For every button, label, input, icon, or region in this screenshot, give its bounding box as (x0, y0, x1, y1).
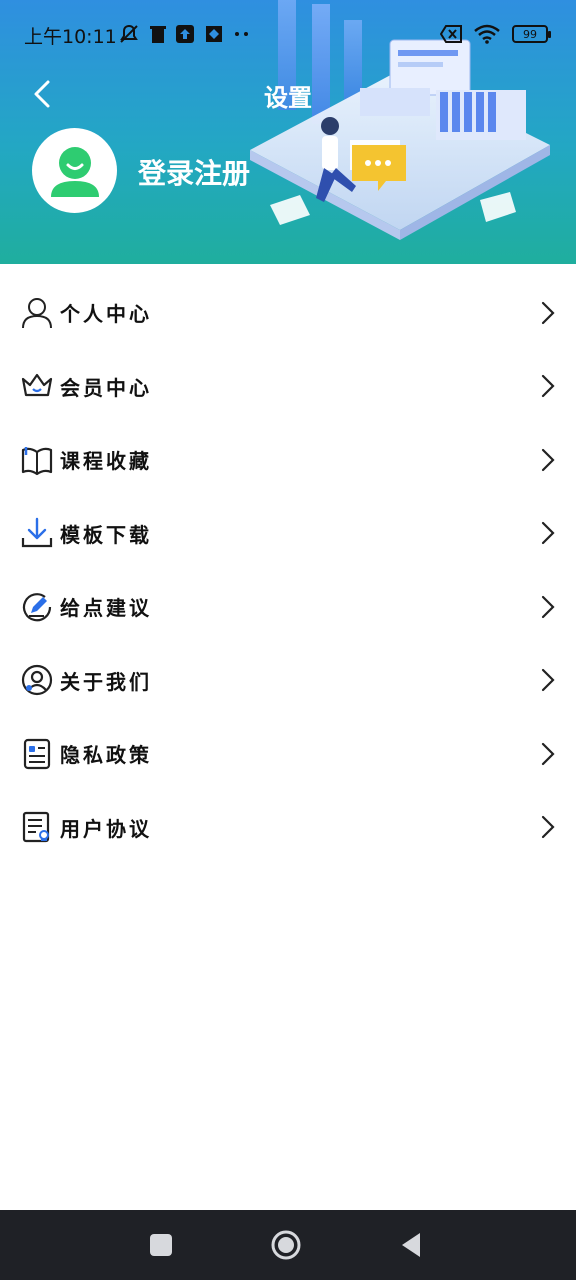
header: 上午10:11 99 设置 登录注册 (0, 0, 576, 264)
status-icons-left (118, 24, 250, 44)
status-bar: 上午10:11 99 (0, 18, 576, 52)
menu-item-user-agreement[interactable]: 用户协议 (0, 791, 576, 865)
status-time: 上午10:11 (24, 26, 117, 48)
menu-item-feedback[interactable]: 给点建议 (0, 570, 576, 644)
home-button[interactable] (269, 1228, 303, 1262)
sim-off-icon (440, 25, 462, 43)
menu-item-label: 个人中心 (60, 302, 152, 327)
download-icon (21, 518, 53, 548)
menu-item-label: 关于我们 (60, 669, 152, 694)
wifi-icon (474, 24, 500, 44)
chevron-right-icon (541, 742, 555, 765)
privacy-doc-icon (23, 738, 51, 769)
chevron-right-icon (541, 375, 555, 398)
chevron-right-icon (541, 448, 555, 471)
menu-item-template-download[interactable]: 模板下载 (0, 497, 576, 571)
user-avatar-icon (50, 146, 99, 197)
about-user-icon (21, 665, 53, 696)
chevron-right-icon (541, 595, 555, 618)
book-icon (21, 446, 53, 475)
app-icon (206, 26, 222, 42)
menu-item-about-us[interactable]: 关于我们 (0, 644, 576, 718)
menu-item-label: 隐私政策 (60, 743, 152, 768)
trash-icon (150, 26, 166, 43)
menu-item-course-favorites[interactable]: 课程收藏 (0, 423, 576, 497)
system-nav-bar (0, 1210, 576, 1280)
chevron-right-icon (541, 816, 555, 839)
menu-item-member-center[interactable]: 会员中心 (0, 350, 576, 424)
menu-item-label: 模板下载 (60, 522, 152, 547)
person-icon (22, 297, 52, 328)
upload-icon (176, 25, 194, 43)
settings-menu: 个人中心 会员中心 课程收藏 模板下载 给点建议 关于我们 隐私政策 用户协议 (0, 276, 576, 864)
page-title: 设置 (264, 84, 312, 112)
back-nav-button[interactable] (394, 1228, 428, 1262)
crown-icon (21, 374, 53, 397)
menu-item-label: 课程收藏 (60, 449, 152, 474)
menu-item-label: 会员中心 (60, 375, 152, 400)
battery-icon: 99 (512, 25, 551, 43)
login-register-link[interactable]: 登录注册 (138, 152, 250, 192)
menu-item-label: 给点建议 (60, 596, 152, 621)
menu-item-label: 用户协议 (60, 816, 152, 841)
bell-muted-icon (120, 24, 138, 43)
chevron-right-icon (541, 522, 555, 545)
avatar[interactable] (32, 128, 117, 213)
battery-level: 99 (523, 27, 537, 41)
more-dots-icon (235, 32, 248, 36)
agreement-doc-icon (22, 812, 50, 843)
status-icons-right: 99 (440, 24, 551, 44)
chevron-right-icon (541, 669, 555, 692)
feedback-pen-icon (22, 592, 52, 622)
recents-button[interactable] (144, 1228, 178, 1262)
menu-item-privacy-policy[interactable]: 隐私政策 (0, 717, 576, 791)
chevron-right-icon (541, 301, 555, 324)
menu-item-personal-center[interactable]: 个人中心 (0, 276, 576, 350)
